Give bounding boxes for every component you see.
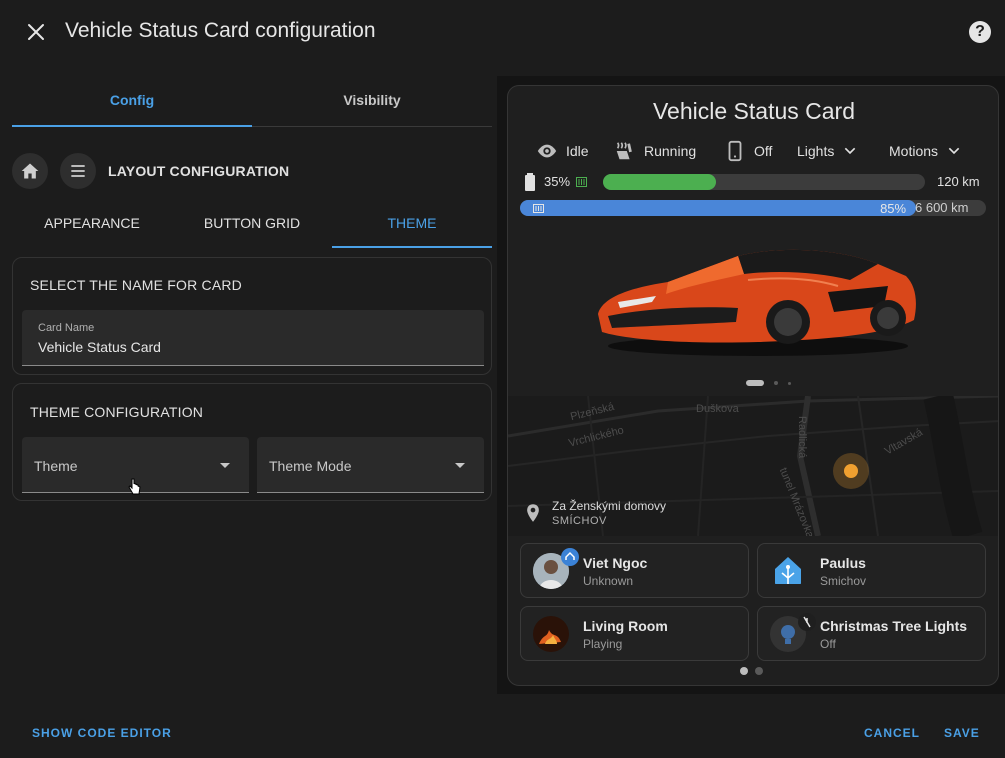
location-name: Za Ženskými domovy (552, 499, 667, 513)
dialog-title: Vehicle Status Card configuration (65, 19, 376, 42)
battery-range: 120 km (937, 174, 980, 189)
dropdown-arrow-icon (455, 463, 465, 468)
status-idle[interactable]: Idle (536, 138, 589, 164)
motions-dropdown[interactable]: Motions (889, 138, 962, 164)
tile-subtitle: Off (820, 637, 836, 651)
theme-config-panel: THEME CONFIGURATION Theme Theme Mode (12, 383, 492, 501)
theme-select-label: Theme (34, 458, 78, 474)
status-off-label: Off (754, 143, 773, 159)
card-title: Vehicle Status Card (652, 98, 855, 124)
chevron-down-icon (948, 147, 960, 155)
subtab-button-grid[interactable]: BUTTON GRID (172, 201, 332, 247)
card-name-panel: SELECT THE NAME FOR CARD Card Name Vehic… (12, 257, 492, 375)
fuel-percent: 85% (880, 201, 907, 216)
save-button[interactable]: SAVE (944, 726, 980, 740)
dropdown-arrow-icon (220, 463, 230, 468)
ev-charge-icon (576, 177, 587, 187)
battery-percent: 35% (544, 174, 571, 189)
fireplace-thumbnail (533, 616, 569, 652)
home-assistant-icon (770, 553, 806, 589)
tile-living-room[interactable]: Living Room Playing (520, 606, 749, 661)
fuel-gauge-icon (533, 204, 544, 213)
battery-bar-fill (603, 174, 716, 190)
home-badge-icon (561, 548, 579, 566)
lights-dropdown[interactable]: Lights (797, 138, 858, 164)
tile-title: Living Room (583, 618, 668, 634)
help-circle-icon[interactable]: ? (969, 21, 991, 43)
tile-viet-ngoc[interactable]: Viet Ngoc Unknown (520, 543, 749, 598)
eye-icon (537, 144, 557, 158)
status-idle-label: Idle (566, 143, 589, 159)
tile-christmas-tree-lights[interactable]: Christmas Tree Lights Off (757, 606, 986, 661)
theme-mode-select[interactable]: Theme Mode (257, 437, 484, 493)
show-code-editor-button[interactable]: SHOW CODE EDITOR (32, 726, 172, 740)
seat-heater-icon (616, 142, 632, 160)
status-running-label: Running (644, 143, 697, 159)
layout-title: LAYOUT CONFIGURATION (108, 163, 290, 179)
tile-subtitle: Playing (583, 637, 623, 651)
card-name-value: Vehicle Status Card (38, 339, 161, 355)
tile-paulus[interactable]: Paulus Smichov (757, 543, 986, 598)
subtab-appearance[interactable]: APPEARANCE (12, 201, 172, 247)
card-name-section-title: SELECT THE NAME FOR CARD (30, 277, 242, 293)
subtab-indicator (332, 246, 492, 248)
battery-bar (603, 174, 925, 190)
tile-subtitle: Smichov (820, 574, 867, 588)
location-area: SMÍCHOV (552, 515, 607, 527)
subtab-theme[interactable]: THEME (332, 201, 492, 247)
motions-label: Motions (889, 143, 939, 159)
layout-config-row: LAYOUT CONFIGURATION (12, 153, 289, 189)
tile-title: Viet Ngoc (583, 555, 648, 571)
card-name-field[interactable]: Card Name Vehicle Status Card (22, 310, 484, 366)
fuel-range: 6 600 km (915, 200, 969, 215)
tab-indicator (12, 125, 252, 127)
card-name-label: Card Name (38, 322, 95, 334)
theme-section-title: THEME CONFIGURATION (30, 404, 204, 420)
tile-subtitle: Unknown (583, 574, 634, 588)
map-label: Radlická (796, 416, 808, 459)
status-off[interactable]: Off (724, 138, 772, 164)
tab-config[interactable]: Config (12, 76, 252, 126)
tile-title: Christmas Tree Lights (820, 618, 968, 634)
chevron-down-icon (845, 147, 856, 155)
fuel-row: 85% 6 600 km (520, 199, 988, 217)
home-icon[interactable] (12, 153, 48, 189)
vehicle-status-card: Vehicle Status Card Idle Running Off Lig… (507, 85, 999, 686)
menu-icon[interactable] (60, 153, 96, 189)
tab-visibility[interactable]: Visibility (252, 76, 492, 126)
tile-title: Paulus (820, 555, 866, 571)
mute-badge-icon (798, 613, 816, 631)
pager-dot[interactable] (774, 381, 778, 385)
map-pin-icon (527, 504, 539, 522)
image-pager[interactable] (741, 380, 796, 386)
phone-icon (728, 140, 742, 162)
battery-icon (525, 173, 535, 191)
pager-dot[interactable] (788, 381, 791, 385)
battery-row: 35% 120 km (520, 173, 988, 191)
pager-dot[interactable] (746, 380, 764, 386)
map-label: Duškova (696, 403, 739, 415)
status-row: Idle Running Off Lights Motions (508, 138, 998, 164)
editor-tabs: Config Visibility (12, 76, 492, 127)
hand-cursor-icon (128, 478, 141, 495)
car-image (598, 249, 916, 356)
status-running[interactable]: Running (614, 138, 696, 164)
pager-dot[interactable] (755, 667, 763, 675)
cancel-button[interactable]: CANCEL (864, 726, 920, 740)
lights-label: Lights (797, 143, 835, 159)
fuel-bar-fill: 85% (520, 200, 917, 216)
config-subtabs: APPEARANCE BUTTON GRID THEME (12, 201, 492, 248)
pager-dot[interactable] (740, 667, 748, 675)
dialog-header: Vehicle Status Card configuration ? (0, 0, 1005, 64)
tile-pager[interactable] (735, 667, 768, 675)
close-icon[interactable] (24, 20, 48, 44)
theme-mode-select-label: Theme Mode (269, 458, 352, 474)
